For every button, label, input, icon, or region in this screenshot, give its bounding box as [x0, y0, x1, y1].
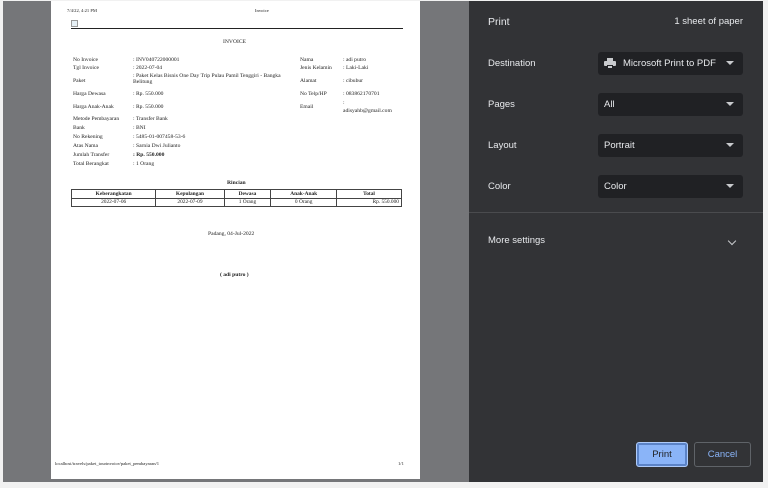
broken-image-icon [71, 20, 78, 27]
page-header-datetime: 7/4/22, 4:21 PM [67, 8, 97, 13]
invoice-title: INVOICE [223, 39, 246, 45]
field-label: Paket [73, 78, 86, 84]
more-settings-toggle[interactable]: More settings [488, 235, 545, 246]
field-label: No Telp/HP [300, 91, 327, 97]
table-cell: 2022-07-09 [155, 197, 225, 207]
panel-title: Print [488, 16, 510, 28]
field-label: No Rekening [73, 134, 103, 140]
field-label: Metode Pembayaran [73, 116, 120, 122]
field-value: : [343, 100, 345, 106]
field-label: Email [300, 104, 314, 110]
field-value: : Rp. 550.000 [133, 104, 164, 110]
destination-select[interactable]: Microsoft Print to PDF [598, 52, 743, 75]
field-value: : adi putro [343, 57, 366, 63]
field-value: : INV040722000001 [133, 57, 180, 63]
chevron-down-icon [726, 102, 734, 106]
signature-name: ( adi putro ) [220, 272, 249, 278]
printer-icon [604, 58, 616, 69]
field-value: : 2022-07-04 [133, 65, 163, 71]
field-label: Harga Dewasa [73, 91, 106, 97]
layout-select[interactable]: Portrait [598, 134, 743, 157]
column-header: Keberangkatan [70, 189, 157, 199]
page-footer-number: 1/1 [398, 461, 404, 466]
pages-select[interactable]: All [598, 93, 743, 116]
field-label: Atas Nama [73, 143, 99, 149]
field-label: Bank [73, 125, 85, 131]
print-preview-area[interactable]: 7/4/22, 4:21 PM Invoice INVOICE No Invoi… [3, 1, 469, 482]
table-cell: Rp. 550.000 [336, 197, 402, 207]
field-label: Nama [300, 57, 314, 63]
panel-divider [469, 212, 763, 213]
page-footer-url: localhost/travels/paket_tourinvoice/pake… [55, 461, 160, 466]
place-date: Padang, 04-Jul-2022 [208, 231, 255, 237]
field-value: : Paket Kelas Bisnis One Day Trip Pulau … [133, 73, 281, 86]
pages-label: Pages [488, 99, 515, 110]
destination-value: Microsoft Print to PDF [623, 58, 716, 69]
field-value: : Sarnia Dwi Julianto [133, 143, 181, 149]
chevron-down-icon [726, 61, 734, 65]
preview-page: 7/4/22, 4:21 PM Invoice INVOICE No Invoi… [51, 1, 420, 479]
field-label: No Invoice [73, 57, 99, 63]
table-cell: 1 Orang [223, 197, 272, 207]
field-value: : 1 Orang [133, 161, 155, 167]
field-label: Total Berangkat [73, 161, 109, 167]
field-value: : BNI [133, 125, 146, 131]
field-label: Harga Anak-Anak [73, 104, 114, 110]
column-header: Total [336, 189, 402, 199]
chevron-down-icon [726, 184, 734, 188]
header-divider [71, 28, 403, 29]
column-header: Anak-Anak [270, 189, 338, 199]
layout-label: Layout [488, 140, 517, 151]
field-value: adisyahb@gmail.com [343, 108, 392, 114]
column-header: Dewasa [223, 189, 272, 199]
rincian-table: Keberangkatan Kepulangan Dewasa Anak-Ana… [70, 189, 402, 207]
color-select[interactable]: Color [598, 175, 743, 198]
chevron-down-icon[interactable] [727, 236, 737, 246]
field-value: : 083862170701 [343, 91, 380, 97]
pages-value: All [604, 99, 615, 110]
table-header-row: Keberangkatan Kepulangan Dewasa Anak-Ana… [70, 189, 402, 199]
sheet-count: 1 sheet of paper [674, 16, 743, 27]
field-value: : cibubur [343, 78, 364, 84]
color-value: Color [604, 181, 627, 192]
field-value: : Laki-Laki [343, 65, 369, 71]
print-settings-panel: Print 1 sheet of paper Destination Micro… [469, 1, 763, 482]
destination-label: Destination [488, 58, 536, 69]
layout-value: Portrait [604, 140, 635, 151]
column-header: Kepulangan [155, 189, 225, 199]
table-cell: 0 Orang [270, 197, 338, 207]
page-header-title: Invoice [255, 8, 269, 13]
field-value: : Rp. 550.000 [133, 91, 164, 97]
field-label: Jumlah Transfer [73, 152, 110, 158]
print-dialog: 7/4/22, 4:21 PM Invoice INVOICE No Invoi… [3, 1, 763, 482]
field-value: : Transfer Bank [133, 116, 168, 122]
table-row: 2022-07-06 2022-07-09 1 Orang 0 Orang Rp… [70, 197, 402, 207]
print-button[interactable]: Print [636, 442, 688, 467]
cancel-button[interactable]: Cancel [694, 442, 751, 467]
field-label: Jenis Kelamin [300, 65, 332, 71]
chevron-down-icon [726, 143, 734, 147]
field-label: Tgl Invoice [73, 65, 99, 71]
color-label: Color [488, 181, 511, 192]
field-label: Alamat [300, 78, 317, 84]
field-value: : Rp. 550.000 [133, 152, 165, 158]
table-cell: 2022-07-06 [70, 197, 157, 207]
rincian-title: Rincian [227, 180, 246, 186]
field-value: : 5485-01-007458-53-6 [133, 134, 186, 140]
